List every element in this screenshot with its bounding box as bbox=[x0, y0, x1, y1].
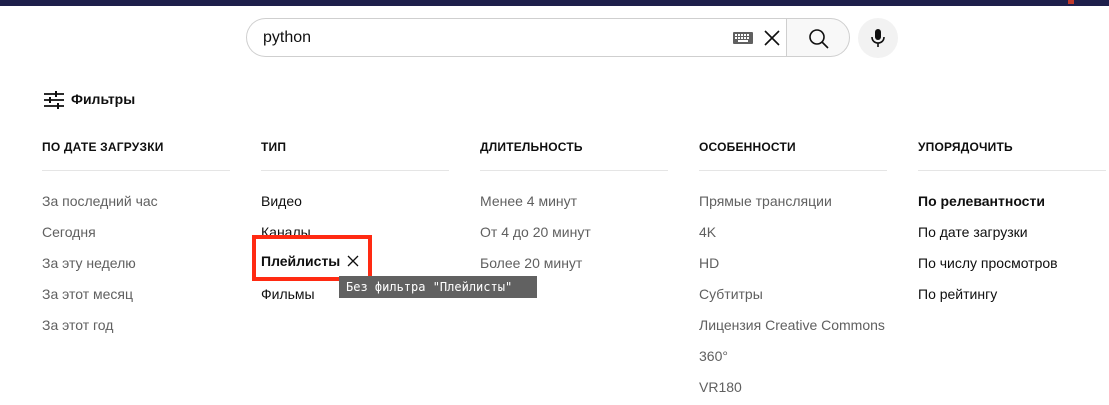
voice-search-button[interactable] bbox=[858, 18, 898, 58]
filter-option-this-year[interactable]: За этот год bbox=[42, 316, 113, 334]
filter-option-4-20-min[interactable]: От 4 до 20 минут bbox=[480, 223, 591, 241]
filters-label: Фильтры bbox=[71, 91, 136, 107]
filter-group-header: ПО ДАТЕ ЗАГРУЗКИ bbox=[42, 137, 230, 171]
filter-option-hd[interactable]: HD bbox=[699, 254, 719, 272]
filter-group-header: ОСОБЕННОСТИ bbox=[699, 137, 887, 171]
filter-group-upload-date: ПО ДАТЕ ЗАГРУЗКИ За последний час Сегодн… bbox=[42, 137, 230, 333]
filter-option-last-hour[interactable]: За последний час bbox=[42, 192, 158, 210]
filter-option-4k[interactable]: 4K bbox=[699, 223, 716, 241]
filter-group-header: УПОРЯДОЧИТЬ bbox=[918, 137, 1106, 171]
filter-group-duration: ДЛИТЕЛЬНОСТЬ Менее 4 минут От 4 до 20 ми… bbox=[480, 137, 668, 271]
filter-option-360[interactable]: 360° bbox=[699, 347, 728, 365]
keyboard-icon[interactable] bbox=[733, 32, 753, 44]
sort-option-relevance[interactable]: По релевантности bbox=[918, 192, 1045, 210]
close-icon[interactable] bbox=[762, 28, 782, 48]
search-icon bbox=[809, 29, 829, 49]
mic-icon bbox=[871, 29, 885, 47]
filter-option-creative-commons[interactable]: Лицензия Creative Commons bbox=[699, 316, 885, 334]
selected-filter-highlight bbox=[252, 235, 372, 281]
filter-option-vr180[interactable]: VR180 bbox=[699, 378, 742, 396]
remove-filter-tooltip: Без фильтра "Плейлисты" bbox=[339, 276, 537, 298]
search-button[interactable] bbox=[786, 18, 850, 57]
search-input[interactable]: python bbox=[263, 28, 311, 48]
filter-group-sort-by: УПОРЯДОЧИТЬ По релевантности По дате заг… bbox=[918, 137, 1106, 302]
filter-option-subtitles[interactable]: Субтитры bbox=[699, 285, 763, 303]
filter-group-header: ТИП bbox=[261, 137, 449, 171]
filter-option-live[interactable]: Прямые трансляции bbox=[699, 192, 832, 210]
filter-group-features: ОСОБЕННОСТИ Прямые трансляции 4K HD Субт… bbox=[699, 137, 887, 395]
search-box[interactable]: python bbox=[246, 18, 786, 57]
filter-option-video[interactable]: Видео bbox=[261, 192, 302, 210]
filter-group-type: ТИП Видео Каналы Фильмы bbox=[261, 137, 449, 302]
filter-option-this-week[interactable]: За эту неделю bbox=[42, 254, 136, 272]
sort-option-rating[interactable]: По рейтингу bbox=[918, 285, 997, 303]
filter-option-this-month[interactable]: За этот месяц bbox=[42, 285, 133, 303]
sort-option-view-count[interactable]: По числу просмотров bbox=[918, 254, 1058, 272]
browser-top-bar bbox=[0, 0, 1109, 6]
top-bar-accent bbox=[1068, 0, 1074, 4]
filter-option-under-4-min[interactable]: Менее 4 минут bbox=[480, 192, 577, 210]
filter-sliders-icon bbox=[44, 91, 64, 109]
filter-option-today[interactable]: Сегодня bbox=[42, 223, 96, 241]
filter-group-header: ДЛИТЕЛЬНОСТЬ bbox=[480, 137, 668, 171]
filter-option-over-20-min[interactable]: Более 20 минут bbox=[480, 254, 582, 272]
sort-option-upload-date[interactable]: По дате загрузки bbox=[918, 223, 1028, 241]
filter-option-movies[interactable]: Фильмы bbox=[261, 285, 315, 303]
